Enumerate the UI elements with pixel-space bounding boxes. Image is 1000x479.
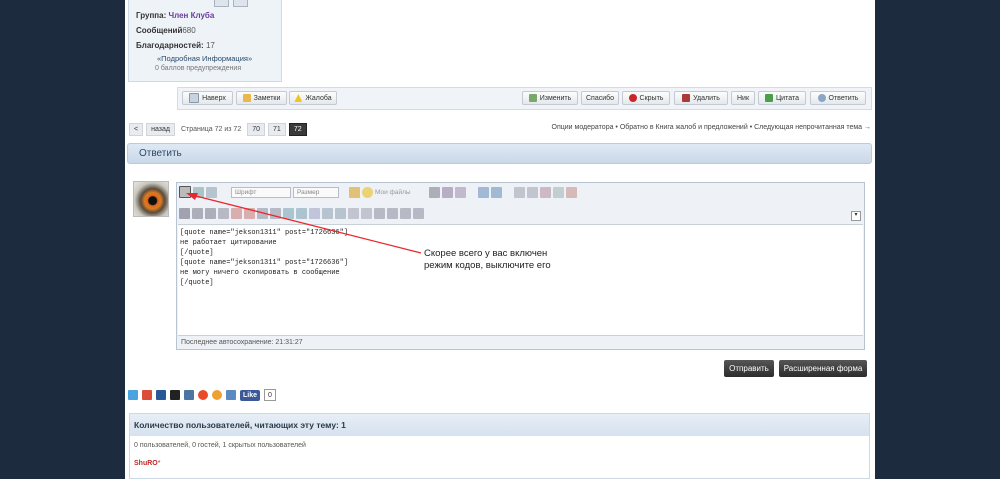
page-content: Группа: Член Клуба Сообщений680 Благодар… (125, 0, 875, 479)
reader-user-link[interactable]: ShuRO* (134, 460, 160, 467)
send-button[interactable]: Отправить (724, 360, 774, 377)
twitter-icon[interactable] (128, 390, 138, 400)
advanced-form-button[interactable]: Расширенная форма (779, 360, 867, 377)
moi-mir-icon[interactable] (212, 390, 222, 400)
facebook-like-count: 0 (264, 389, 276, 401)
social-share: Like 0 (128, 389, 276, 401)
vkontakte-icon[interactable] (184, 390, 194, 400)
fb-like-label: Like (243, 391, 258, 399)
annotation-line-2: режим кодов, выключите его (424, 260, 551, 271)
annotation-line-1: Скорее всего у вас включен (424, 248, 548, 259)
google-plus-icon[interactable] (142, 390, 152, 400)
email-icon[interactable] (226, 390, 236, 400)
facebook-like-button[interactable]: Like (240, 389, 261, 401)
readers-counts: 0 пользователей, 0 гостей, 1 скрытых пол… (134, 442, 306, 449)
reader-username: ShuRO (134, 460, 158, 467)
annotation-arrow (186, 193, 422, 254)
readers-title: Количество пользователей, читающих эту т… (130, 414, 869, 436)
facebook-icon[interactable] (156, 390, 166, 400)
annotation-text: Скорее всего у вас включен режим кодов, … (424, 248, 569, 272)
odnoklassniki-icon[interactable] (198, 390, 208, 400)
active-readers-panel: Количество пользователей, читающих эту т… (129, 413, 870, 479)
delicious-icon[interactable] (170, 390, 180, 400)
